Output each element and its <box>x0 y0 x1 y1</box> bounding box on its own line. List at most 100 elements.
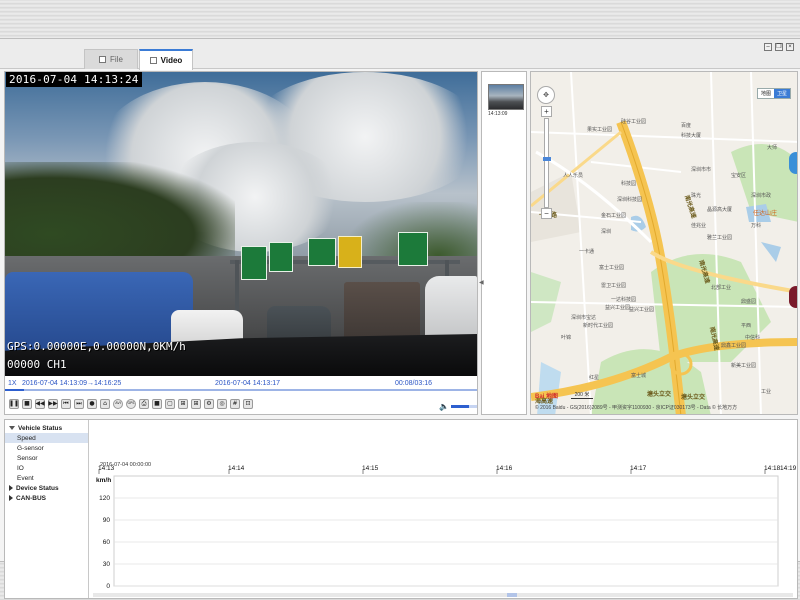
status-tree: Vehicle Status Speed G-sensor Sensor IO Event… <box>5 420 89 598</box>
zoom-knob[interactable] <box>543 157 551 161</box>
tree-item-speed[interactable]: Speed <box>5 433 88 443</box>
tree-item-event[interactable]: Event <box>5 473 88 483</box>
map-poi: 金石工业园 <box>601 213 627 219</box>
zoom-in-button[interactable]: + <box>541 106 552 117</box>
map-poi: 万科 <box>751 223 762 229</box>
map-type-satellite[interactable]: 卫星 <box>773 89 790 98</box>
map-poi: 科技园 <box>621 181 637 187</box>
y-tick-label: 120 <box>99 495 110 502</box>
map-panel[interactable]: 南光高速 南光高速 南光高速 塘头立交 塘头立交 海高速 一石路 果实工业园 硅… <box>530 71 798 415</box>
collapse-arrow-icon[interactable]: ◀ <box>479 279 484 286</box>
stop-icon[interactable]: ■ <box>22 399 32 409</box>
road-sign <box>338 236 362 268</box>
playback-progress-bar[interactable] <box>5 389 477 391</box>
layout-1-icon[interactable]: ▢ <box>165 399 175 409</box>
playback-progress-fill <box>5 389 24 391</box>
file-icon <box>99 56 107 63</box>
video-frame[interactable]: 2016-07-04 14:13:24 GPS:0.00000E,0.00000… <box>5 72 477 376</box>
speed-graph: 2016-07-04 00:00:00 km/h 14:13 14:14 14:15 14… <box>90 420 797 598</box>
thumbnail-strip: 14:13:09 <box>481 71 527 415</box>
tree-item-vehicle-status[interactable]: Vehicle Status <box>5 423 88 433</box>
map-poi: 鼎鑫工业园 <box>721 343 747 349</box>
map-poi: 人人乐员 <box>563 173 584 179</box>
map-pan-control[interactable]: ✥ <box>537 86 555 104</box>
tree-item-label: Vehicle Status <box>18 424 63 432</box>
tree-item-can-bus[interactable]: CAN-BUS <box>5 493 88 503</box>
tree-item-g-sensor[interactable]: G-sensor <box>5 443 88 453</box>
side-badge-icon[interactable] <box>789 152 797 174</box>
tab-video[interactable]: Video <box>139 49 193 70</box>
tree-item-io[interactable]: IO <box>5 463 88 473</box>
map-poi: 中信科 <box>745 335 761 341</box>
rewind-icon[interactable]: ◀◀ <box>35 399 45 409</box>
map-poi: 新美工业园 <box>731 363 757 369</box>
x-tick-label: 14:18 <box>764 465 781 472</box>
road-sign <box>308 238 336 266</box>
tab-file[interactable]: File <box>84 49 138 69</box>
home-icon[interactable]: ⌂ <box>100 399 110 409</box>
map-poi: 晶源高大厦 <box>707 207 733 213</box>
app-window: File Video – ❐ × 2016-07-04 14:13:24 GPS… <box>0 38 800 599</box>
tree-item-label: Device Status <box>16 484 59 492</box>
tree-item-device-status[interactable]: Device Status <box>5 483 88 493</box>
avi-icon[interactable]: AVI <box>113 399 123 409</box>
target-icon[interactable]: ◎ <box>217 399 227 409</box>
map-poi: 科技大厦 <box>681 133 702 139</box>
previous-icon[interactable]: ⏮ <box>61 399 71 409</box>
tree-item-label: Event <box>17 474 34 482</box>
restore-icon[interactable]: ❐ <box>775 43 783 51</box>
map-poi: 深圳市宝达 <box>571 315 597 321</box>
map-poi: 雅兰工业园 <box>707 235 733 241</box>
tab-file-label: File <box>110 55 123 64</box>
layout-4-icon[interactable]: ⊞ <box>178 399 188 409</box>
graph-scroll-thumb[interactable] <box>507 593 517 597</box>
pause-icon[interactable]: ❚❚ <box>9 399 19 409</box>
snapshot-icon[interactable]: ⊡ <box>243 399 253 409</box>
collapse-arrow-icon[interactable] <box>9 485 13 491</box>
settings-icon[interactable]: ⚙ <box>204 399 214 409</box>
map-type-switch: 地图 卫星 <box>756 88 791 99</box>
print-icon[interactable]: ⎙ <box>139 399 149 409</box>
road-sign <box>269 242 293 272</box>
map-type-map[interactable]: 地图 <box>758 89 774 98</box>
map-poi: 鼎盛园 <box>741 299 757 305</box>
grid-icon[interactable]: # <box>230 399 240 409</box>
osd-channel: 00000 CH1 <box>7 358 67 371</box>
video-panel: 2016-07-04 14:13:24 GPS:0.00000E,0.00000… <box>4 71 478 415</box>
x-tick-label: 14:17 <box>630 465 647 472</box>
stop-square-icon[interactable]: ■ <box>152 399 162 409</box>
close-icon[interactable]: × <box>786 43 794 51</box>
speaker-icon[interactable]: 🔈 <box>439 402 449 411</box>
video-thumbnail[interactable] <box>488 84 524 110</box>
map-poi: 深圳市市 <box>691 167 712 173</box>
collapse-arrow-icon[interactable] <box>9 495 13 501</box>
playback-speed: 1X <box>8 379 17 387</box>
zoom-out-button[interactable]: − <box>541 208 552 219</box>
side-badge-icon[interactable] <box>789 286 797 308</box>
graph-scrollbar[interactable] <box>93 593 793 597</box>
minimize-icon[interactable]: – <box>764 43 772 51</box>
playback-controls: ❚❚ ■ ◀◀ ▶▶ ⏮ ⏭ ● ⌂ AVI GPS ⎙ ■ ▢ ⊞ ⊞ ⚙ ◎ # ⊡ 🔈 <box>5 394 477 414</box>
record-icon[interactable]: ● <box>87 399 97 409</box>
map-poi: 深圳市政 <box>751 193 772 199</box>
osd-datetime: 2016-07-04 14:13:24 <box>6 72 142 87</box>
map-poi: 新时代工业园 <box>583 323 614 329</box>
volume-fill <box>450 405 470 408</box>
map-poi: 大师 <box>767 145 778 151</box>
tree-item-sensor[interactable]: Sensor <box>5 453 88 463</box>
map-poi: 一卡通 <box>579 249 595 255</box>
next-icon[interactable]: ⏭ <box>74 399 84 409</box>
fast-forward-icon[interactable]: ▶▶ <box>48 399 58 409</box>
volume-control: 🔈 <box>439 402 477 411</box>
map-poi: 富士工业园 <box>599 265 625 271</box>
volume-slider[interactable] <box>450 405 477 408</box>
y-tick-label: 30 <box>103 561 111 568</box>
map-poi: 深圳 <box>601 229 612 235</box>
layout-9-icon[interactable]: ⊞ <box>191 399 201 409</box>
gps-icon[interactable]: GPS <box>126 399 136 409</box>
road-sign <box>241 246 267 280</box>
zoom-slider[interactable] <box>543 118 551 208</box>
playback-position: 00:08/03:16 <box>395 379 432 387</box>
expand-arrow-icon[interactable] <box>9 426 15 430</box>
map-poi: 雷卫工业园 <box>601 283 627 289</box>
